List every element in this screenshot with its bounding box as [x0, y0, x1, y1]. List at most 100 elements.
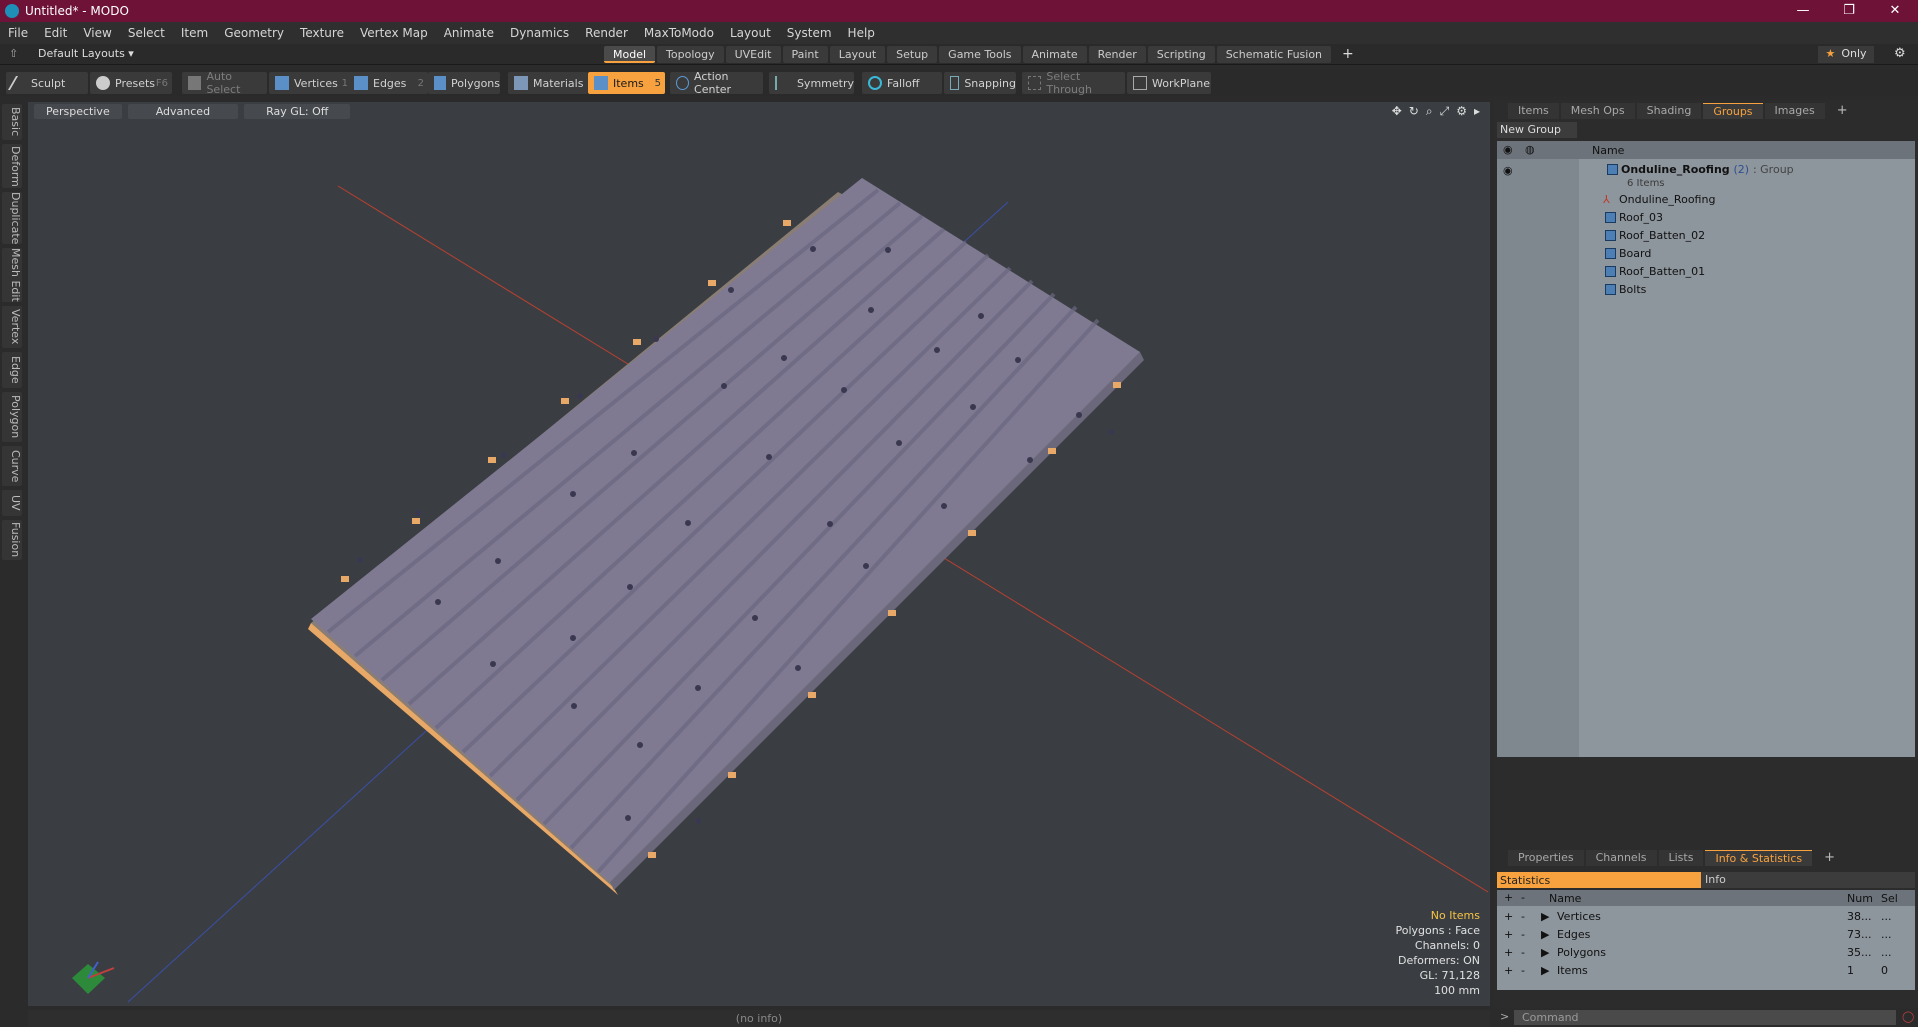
tab-animate[interactable]: Animate [1022, 46, 1087, 63]
expand-arrow-icon[interactable]: ▶ [1541, 946, 1549, 959]
remove-icon[interactable]: - [1521, 964, 1525, 977]
tab-curve[interactable]: Curve [2, 446, 22, 486]
sculpt-button[interactable]: Sculpt [6, 72, 88, 94]
expand-arrow-icon[interactable]: ▶ [1541, 910, 1549, 923]
menu-texture[interactable]: Texture [292, 26, 352, 40]
falloff-button[interactable]: Falloff [862, 72, 942, 94]
tab-fusion[interactable]: Fusion [2, 520, 22, 560]
menu-maxtomodo[interactable]: MaxToModo [636, 26, 722, 40]
zoom-icon[interactable]: ⌕ [1426, 104, 1433, 119]
tab-duplicate[interactable]: Duplicate [2, 192, 22, 244]
tab-game-tools[interactable]: Game Tools [939, 46, 1021, 63]
pan-icon[interactable]: ✥ [1392, 104, 1402, 119]
items-button[interactable]: Items 5 [588, 72, 665, 94]
record-icon[interactable]: ◯ [1902, 1010, 1914, 1023]
tab-channels[interactable]: Channels [1585, 850, 1657, 866]
table-row[interactable]: + - ▶ Edges 73... ... [1497, 926, 1915, 944]
table-row[interactable]: + - ▶ Vertices 38... ... [1497, 908, 1915, 926]
tab-uv[interactable]: UV [2, 490, 22, 516]
expand-icon[interactable]: ▸ [1474, 104, 1480, 119]
remove-icon[interactable]: - [1521, 910, 1525, 923]
list-item[interactable]: Board [1497, 245, 1915, 263]
tab-shading[interactable]: Shading [1636, 103, 1702, 119]
vertices-button[interactable]: Vertices 1 [269, 72, 352, 94]
viewport-scene[interactable] [28, 102, 1490, 1006]
tab-setup[interactable]: Setup [887, 46, 938, 63]
minimize-icon[interactable]: — [1780, 0, 1826, 22]
menu-animate[interactable]: Animate [436, 26, 502, 40]
statistics-tab[interactable]: Statistics [1500, 874, 1550, 887]
viewport-gear-icon[interactable]: ⚙ [1456, 104, 1467, 119]
advanced-button[interactable]: Advanced [127, 103, 239, 119]
default-layouts-dropdown[interactable]: Default Layouts ▾ [38, 47, 134, 60]
command-input[interactable]: Command [1514, 1010, 1896, 1025]
expand-all-icon[interactable]: + [1504, 891, 1513, 904]
snapping-button[interactable]: Snapping [944, 72, 1016, 94]
table-row[interactable]: + - ▶ Items 1 0 [1497, 962, 1915, 980]
remove-icon[interactable]: - [1521, 946, 1525, 959]
select-through-button[interactable]: Select Through [1022, 70, 1125, 96]
workplane-button[interactable]: WorkPlane [1127, 72, 1211, 94]
groups-list[interactable]: ◉ ◍ Name ◉ Onduline_Roofing (2) : Group … [1497, 141, 1915, 757]
tab-polygon[interactable]: Polygon [2, 392, 22, 442]
tab-mesh-edit[interactable]: Mesh Edit [2, 248, 22, 302]
rotate-icon[interactable]: ↻ [1409, 104, 1419, 119]
add-bottom-tab-button[interactable]: + [1814, 850, 1845, 866]
menu-edit[interactable]: Edit [36, 26, 75, 40]
menu-view[interactable]: View [75, 26, 119, 40]
auto-select-button[interactable]: Auto Select [182, 70, 267, 96]
materials-button[interactable]: Materials [508, 72, 588, 94]
maximize-icon[interactable]: ❐ [1826, 0, 1872, 22]
menu-vertex-map[interactable]: Vertex Map [352, 26, 436, 40]
remove-icon[interactable]: - [1521, 928, 1525, 941]
tab-lists[interactable]: Lists [1658, 850, 1704, 866]
close-icon[interactable]: ✕ [1872, 0, 1918, 22]
add-icon[interactable]: + [1504, 946, 1513, 959]
menu-dynamics[interactable]: Dynamics [502, 26, 577, 40]
tab-groups[interactable]: Groups [1703, 103, 1763, 119]
tab-properties[interactable]: Properties [1508, 850, 1584, 866]
tab-mesh-ops[interactable]: Mesh Ops [1560, 103, 1635, 119]
tab-uvedit[interactable]: UVEdit [725, 46, 781, 63]
add-tab-button[interactable]: + [1333, 46, 1363, 63]
symmetry-button[interactable]: Symmetry [769, 72, 854, 94]
tab-basic[interactable]: Basic [2, 104, 22, 140]
gear-icon[interactable]: ⚙ [1894, 46, 1906, 61]
list-item[interactable]: Roof_Batten_01 [1497, 263, 1915, 281]
new-group-button[interactable]: New Group [1497, 122, 1577, 138]
tab-schematic-fusion[interactable]: Schematic Fusion [1216, 46, 1332, 63]
fit-icon[interactable]: ⤢ [1440, 104, 1450, 119]
tab-info-statistics[interactable]: Info & Statistics [1705, 850, 1813, 866]
list-item[interactable]: Bolts [1497, 281, 1915, 299]
add-panel-tab-button[interactable]: + [1827, 103, 1858, 119]
menu-system[interactable]: System [779, 26, 840, 40]
menu-item[interactable]: Item [173, 26, 216, 40]
menu-geometry[interactable]: Geometry [216, 26, 292, 40]
list-item[interactable]: ⅄ Onduline_Roofing [1497, 191, 1915, 209]
expand-arrow-icon[interactable]: ▶ [1541, 928, 1549, 941]
menu-file[interactable]: File [0, 26, 36, 40]
info-tab[interactable]: Info [1701, 872, 1915, 888]
raygl-button[interactable]: Ray GL: Off [244, 103, 351, 119]
menu-layout[interactable]: Layout [722, 26, 779, 40]
collapse-arrow-icon[interactable]: ⇧ [9, 47, 18, 60]
action-center-button[interactable]: Action Center [670, 70, 763, 96]
tab-items[interactable]: Items [1508, 103, 1559, 119]
tab-vertex[interactable]: Vertex [2, 306, 22, 348]
tab-topology[interactable]: Topology [657, 46, 724, 63]
tab-edge[interactable]: Edge [2, 352, 22, 388]
tab-scripting[interactable]: Scripting [1147, 46, 1215, 63]
collapse-all-icon[interactable]: - [1521, 891, 1525, 904]
polygons-button[interactable]: Polygons [428, 72, 500, 94]
add-icon[interactable]: + [1504, 928, 1513, 941]
menu-render[interactable]: Render [577, 26, 636, 40]
tab-model[interactable]: Model [604, 46, 656, 63]
3d-viewport[interactable]: Perspective Advanced Ray GL: Off ✥ ↻ ⌕ ⤢… [28, 102, 1490, 1006]
tab-images[interactable]: Images [1764, 103, 1825, 119]
tab-render[interactable]: Render [1088, 46, 1146, 63]
menu-help[interactable]: Help [840, 26, 883, 40]
presets-button[interactable]: Presets F6 [90, 72, 172, 94]
only-button[interactable]: ★ Only [1818, 46, 1874, 63]
list-item[interactable]: Roof_Batten_02 [1497, 227, 1915, 245]
list-item[interactable]: Roof_03 [1497, 209, 1915, 227]
